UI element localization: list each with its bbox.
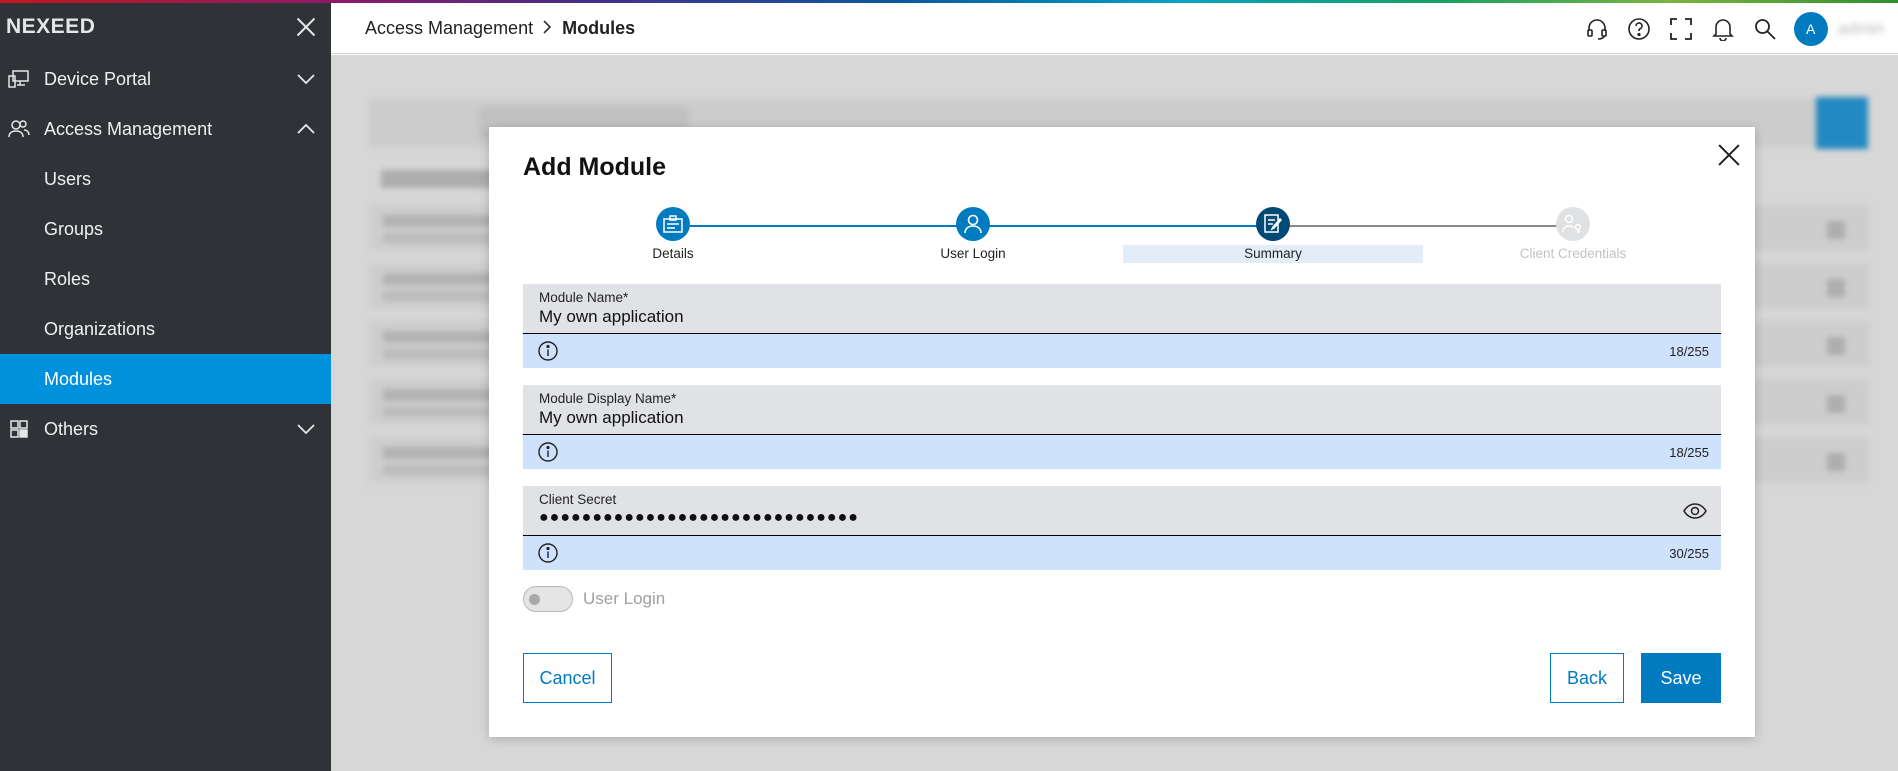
sidebar-item-others[interactable]: Others xyxy=(0,404,331,454)
chevron-right-icon xyxy=(543,19,552,38)
step-summary[interactable]: Summary xyxy=(1123,201,1423,263)
client-secret-box[interactable]: Client Secret xyxy=(523,486,1721,536)
help-icon[interactable] xyxy=(1618,8,1660,50)
user-login-toggle[interactable] xyxy=(523,586,573,612)
brand-logo: NEXEED xyxy=(6,15,96,38)
save-button[interactable]: Save xyxy=(1641,653,1721,703)
sidebar-item-organizations[interactable]: Organizations xyxy=(0,304,331,354)
info-icon[interactable] xyxy=(537,542,559,564)
client-secret-label: Client Secret xyxy=(539,492,617,507)
sidebar-item-device-portal[interactable]: Device Portal xyxy=(0,54,331,104)
step-label: Details xyxy=(652,246,694,261)
bell-icon[interactable] xyxy=(1702,8,1744,50)
display-name-field: Module Display Name* 18/255 xyxy=(523,385,1721,469)
display-name-input[interactable] xyxy=(539,408,1647,428)
device-portal-icon xyxy=(8,68,30,90)
add-module-dialog: Add Module Details User Login Summary Cl… xyxy=(489,127,1755,737)
character-counter: 18/255 xyxy=(1669,343,1709,359)
sidebar: NEXEED Device Portal Access Management U… xyxy=(0,0,331,771)
step-label: User Login xyxy=(940,246,1006,261)
character-counter: 18/255 xyxy=(1669,444,1709,460)
client-secret-input[interactable] xyxy=(539,509,1647,527)
module-name-box[interactable]: Module Name* xyxy=(523,284,1721,334)
username[interactable]: admin xyxy=(1838,19,1884,39)
display-name-box[interactable]: Module Display Name* xyxy=(523,385,1721,435)
search-icon[interactable] xyxy=(1744,8,1786,50)
chevron-up-icon[interactable] xyxy=(297,120,315,138)
people-icon xyxy=(8,118,30,140)
stepper: Details User Login Summary Client Creden… xyxy=(523,201,1721,263)
sidebar-item-groups[interactable]: Groups xyxy=(0,204,331,254)
close-dialog-icon[interactable] xyxy=(1717,143,1741,167)
client-secret-field: Client Secret 30/255 xyxy=(523,486,1721,570)
cancel-button[interactable]: Cancel xyxy=(523,653,612,703)
module-name-helper: 18/255 xyxy=(523,334,1721,368)
dialog-title: Add Module xyxy=(523,153,667,181)
module-name-field: Module Name* 18/255 xyxy=(523,284,1721,368)
chevron-down-icon[interactable] xyxy=(297,420,315,438)
eye-icon[interactable] xyxy=(1683,502,1707,520)
details-icon xyxy=(656,207,690,241)
breadcrumb-parent[interactable]: Access Management xyxy=(365,18,533,39)
sidebar-item-roles[interactable]: Roles xyxy=(0,254,331,304)
sidebar-item-label: Device Portal xyxy=(44,68,152,89)
step-label: Client Credentials xyxy=(1519,246,1627,261)
client-credentials-icon xyxy=(1556,207,1590,241)
headset-icon[interactable] xyxy=(1576,8,1618,50)
back-button[interactable]: Back xyxy=(1550,653,1624,703)
step-user-login[interactable]: User Login xyxy=(823,201,1123,263)
sidebar-item-label: Access Management xyxy=(44,118,213,139)
display-name-helper: 18/255 xyxy=(523,435,1721,469)
summary-icon xyxy=(1256,207,1290,241)
breadcrumb-current: Modules xyxy=(562,17,636,38)
step-details[interactable]: Details xyxy=(523,201,823,263)
info-icon[interactable] xyxy=(537,441,559,463)
sidebar-item-modules[interactable]: Modules xyxy=(0,354,331,404)
module-name-label: Module Name* xyxy=(539,290,629,305)
sidebar-item-users[interactable]: Users xyxy=(0,154,331,204)
module-name-input[interactable] xyxy=(539,307,1647,327)
header-actions: A admin xyxy=(1576,3,1898,54)
avatar[interactable]: A xyxy=(1793,11,1828,46)
step-client-credentials: Client Credentials xyxy=(1423,201,1723,263)
info-icon[interactable] xyxy=(537,340,559,362)
user-login-toggle-label: User Login xyxy=(583,589,666,608)
client-secret-helper: 30/255 xyxy=(523,536,1721,570)
sidebar-header: NEXEED xyxy=(0,0,331,54)
display-name-label: Module Display Name* xyxy=(539,391,677,406)
character-counter: 30/255 xyxy=(1669,545,1709,561)
grid-icon xyxy=(8,418,30,440)
sidebar-item-label: Others xyxy=(44,418,99,439)
user-icon xyxy=(956,207,990,241)
user-login-toggle-row: User Login xyxy=(523,586,665,612)
chevron-down-icon[interactable] xyxy=(297,70,315,88)
fullscreen-icon[interactable] xyxy=(1660,8,1702,50)
sidebar-item-access-management[interactable]: Access Management xyxy=(0,104,331,154)
step-label: Summary xyxy=(1123,245,1423,263)
top-header: Access Management Modules A admin xyxy=(331,3,1898,54)
close-sidebar-icon[interactable] xyxy=(295,16,317,38)
brand-color-stripe xyxy=(0,0,1898,3)
